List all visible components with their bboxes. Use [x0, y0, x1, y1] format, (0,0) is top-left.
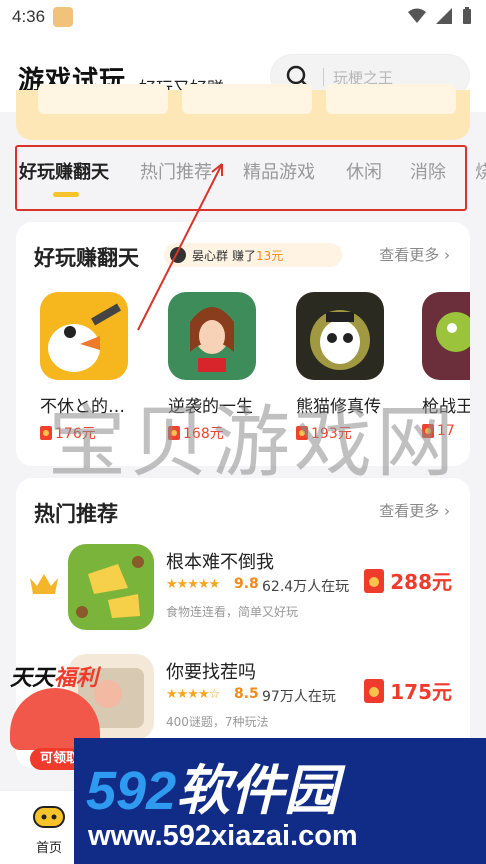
gamepad-icon: [33, 806, 65, 828]
tab-more[interactable]: 烧: [475, 158, 486, 184]
see-more-link[interactable]: 查看更多 ›: [379, 500, 450, 521]
battery-icon: [463, 7, 471, 24]
rating-stars: ★★★★☆: [166, 687, 220, 702]
see-more-link[interactable]: 查看更多 ›: [379, 244, 450, 265]
ticker-amount: 13元: [256, 248, 284, 263]
game-desc: 食物连连看，简单又好玩: [166, 605, 299, 619]
red-packet-icon: [296, 426, 308, 440]
banner-slot: [326, 84, 456, 114]
red-packet-icon: [364, 568, 385, 593]
ticker-user: 晏心群: [192, 248, 229, 263]
red-packet-icon: [168, 426, 180, 440]
status-bar: 4:36: [0, 0, 486, 34]
game-reward: 168元: [168, 423, 258, 443]
player-count: 62.4万人在玩: [262, 579, 350, 595]
game-name: 逆袭的一生: [168, 397, 253, 417]
red-packet-icon: [40, 426, 52, 440]
status-icons: [408, 7, 472, 25]
nav-home-label: 首页: [35, 841, 62, 856]
list-item[interactable]: 根本难不倒我 ★★★★★ 9.8 62.4万人在玩 食物连连看，简单又好玩 28…: [16, 544, 470, 644]
game-card[interactable]: 熊猫修真传 193元: [296, 292, 386, 443]
crown-icon: [30, 574, 58, 594]
section-title: 热门推荐: [34, 502, 118, 526]
annotation-box: [15, 145, 467, 211]
game-icon: [168, 292, 256, 380]
player-count: 97万人在玩: [262, 689, 336, 705]
watermark-brand: 592软件园: [86, 761, 339, 821]
game-desc: 400谜题，7种玩法: [166, 715, 269, 729]
banner-slot: [182, 84, 312, 114]
section-haowan: 好玩赚翻天 晏心群 赚了 13元 查看更多 › 不休と的… 176元 逆袭的一生…: [16, 222, 470, 466]
reward-badge: 175元: [364, 676, 452, 705]
game-card[interactable]: 枪战王 17: [422, 292, 470, 439]
avatar: [170, 247, 186, 263]
ticker-action: 赚了: [232, 248, 257, 263]
reward-banner[interactable]: [16, 84, 470, 140]
search-divider: [323, 68, 324, 86]
section-title: 好玩赚翻天: [34, 246, 139, 270]
game-name: 熊猫修真传: [296, 397, 381, 417]
game-icon: [68, 544, 154, 630]
game-name: 枪战王: [422, 397, 470, 417]
game-icon: [296, 292, 384, 380]
notification-app-icon: [53, 7, 74, 27]
game-card[interactable]: 不休と的… 176元: [40, 292, 130, 443]
red-packet-icon: [422, 424, 434, 438]
earning-ticker: 晏心群 赚了 13元: [164, 243, 342, 267]
nav-home[interactable]: 首页: [24, 801, 74, 856]
game-reward: 176元: [40, 423, 130, 443]
game-name: 你要找茬吗: [166, 662, 256, 683]
watermark-logo: 592软件园 www.592xiazai.com: [74, 738, 486, 864]
reward-badge: 288元: [364, 566, 452, 595]
wifi-icon: [408, 8, 426, 23]
rating-score: 8.5: [234, 686, 259, 702]
game-name: 不休と的…: [40, 397, 125, 417]
watermark-url: www.592xiazai.com: [88, 820, 358, 852]
red-packet-icon: [364, 678, 385, 703]
rating-score: 9.8: [234, 576, 259, 592]
rating-stars: ★★★★★: [166, 577, 220, 592]
status-time: 4:36: [12, 7, 46, 26]
game-card[interactable]: 逆袭的一生 168元: [168, 292, 258, 443]
game-reward: 193元: [296, 423, 386, 443]
game-reward: 17: [422, 423, 470, 439]
game-name: 根本难不倒我: [166, 552, 274, 573]
banner-slot: [38, 84, 168, 114]
game-icon: [40, 292, 128, 380]
game-icon: [422, 292, 470, 380]
signal-icon: [436, 8, 452, 24]
